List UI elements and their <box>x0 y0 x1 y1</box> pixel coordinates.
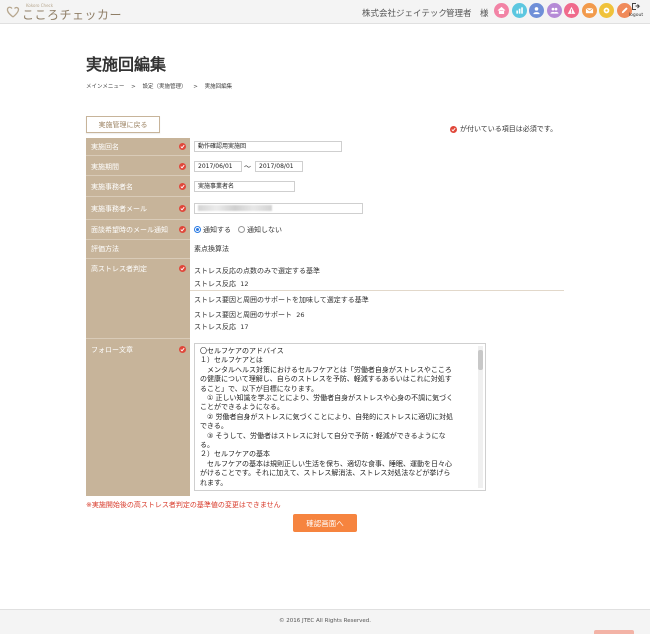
logout-icon <box>631 3 641 13</box>
manager-name-input[interactable]: 実施事業者名 <box>194 181 295 192</box>
logo-text: こころチェッカー <box>22 7 123 22</box>
judge-label: ストレス要因と周囲のサポート <box>194 311 292 319</box>
chart-icon[interactable] <box>511 3 527 18</box>
group-icon[interactable] <box>546 3 562 18</box>
warning-text: ※実施開始後の高ストレス者判定の基準値の変更はできません <box>86 501 281 509</box>
name-input[interactable]: 動作確認用実施回 <box>194 141 342 152</box>
text-line: ③ そうして、労働者はストレスに対して自分で予防・軽減ができるようにな <box>200 431 446 440</box>
label-text: 実施期間 <box>91 163 119 171</box>
nav-icons <box>494 3 634 18</box>
breadcrumb-current: 実施回編集 <box>204 84 233 90</box>
page-title: 実施回編集 <box>86 55 167 74</box>
logout-label: logout <box>628 13 644 18</box>
required-check-icon <box>179 143 186 150</box>
notify-off-label: 通知しない <box>247 226 282 234</box>
required-check-icon <box>179 346 186 353</box>
gear-icon[interactable] <box>599 3 614 18</box>
page-top-button[interactable] <box>594 630 634 634</box>
breadcrumb: メインメニュー > 設定（実施管理） > 実施回編集 <box>86 82 232 90</box>
heart-logo-icon <box>6 5 20 19</box>
manager-email-input[interactable] <box>194 203 363 214</box>
judge-value: 26 <box>296 311 305 319</box>
notify-off-radio[interactable]: 通知しない <box>238 225 282 235</box>
text-line: の健康について理解し、自らのストレスを予防、軽減するあるいはこれに対処す <box>200 375 452 384</box>
judge-label: ストレス反応 <box>194 280 236 288</box>
radio-selected-icon <box>194 226 201 233</box>
required-note-text: が付いている項目は必須です。 <box>460 125 558 133</box>
method-value: 素点換算法 <box>194 245 229 253</box>
text-line: がけることです。それに加えて、ストレス解消法、ストレス対処法などが挙げら <box>200 469 451 478</box>
confirm-button[interactable]: 確認画面へ <box>293 514 357 532</box>
label-text: 実施回名 <box>91 143 119 151</box>
company-name: 株式会社ジェイテック <box>362 9 447 19</box>
required-note: が付いている項目は必須です。 <box>450 124 557 134</box>
judge-value: 12 <box>240 280 249 288</box>
judge-label: ストレス反応 <box>194 323 236 331</box>
copyright: © 2016 JTEC All Rights Reserved. <box>278 618 372 624</box>
period-start-input[interactable]: 2017/06/01 <box>194 161 242 172</box>
logo[interactable]: Kokoro Check こころチェッカー <box>6 3 123 22</box>
user-name: 管理者 様 <box>446 9 489 19</box>
text-line: できる。 <box>200 422 228 431</box>
back-to-management-button[interactable]: 実施管理に戻る <box>86 116 160 133</box>
label-text: 実施事務者名 <box>91 183 133 191</box>
judge-block2-line1: ストレス要因と周囲のサポート 26 <box>194 310 305 320</box>
judge-value: 17 <box>240 323 249 331</box>
label-text: フォロー文章 <box>91 346 133 354</box>
follow-text-area[interactable]: 〇セルフケアのアドバイス １）セルフケアとは メンタルヘルス対策におけるセルフケ… <box>194 343 486 491</box>
required-check-icon <box>179 205 186 212</box>
label-text: 面談希望時のメール通知 <box>91 226 168 234</box>
required-check-icon <box>179 183 186 190</box>
label-text: 高ストレス者判定 <box>91 265 147 273</box>
footer: © 2016 JTEC All Rights Reserved. <box>0 609 650 634</box>
text-line: ること」で、以下が目標になります。 <box>200 384 319 393</box>
home-icon[interactable] <box>494 3 509 18</box>
label-text: 実施事務者メール <box>91 205 147 213</box>
text-line: ② 労働者自身がストレスに気づくことにより、自発的にストレスに適切に対処 <box>200 412 454 421</box>
text-line: セルフケアの基本は規則正しい生活を保ち、適切な食事、睡眠、運動を日々心 <box>200 459 452 468</box>
mail-icon[interactable] <box>581 3 597 18</box>
breadcrumb-separator: > <box>131 84 136 90</box>
judge-block1-title: ストレス反応の点数のみで選定する基準 <box>194 267 320 275</box>
text-line: ことができるようになる。 <box>200 403 284 412</box>
label-text: 評価方法 <box>91 245 119 253</box>
judge-block2-line2: ストレス反応 17 <box>194 322 249 332</box>
blurred-email <box>198 205 272 211</box>
logo-subtitle: Kokoro Check <box>26 3 54 8</box>
warning-icon[interactable] <box>564 3 579 18</box>
judge-block2-title: ストレス要因と周囲のサポートを加味して選定する基準 <box>194 296 369 304</box>
required-check-icon <box>179 265 186 272</box>
person-icon[interactable] <box>529 3 544 18</box>
breadcrumb-settings[interactable]: 設定（実施管理） <box>142 84 186 90</box>
judge-block1-line1: ストレス反応 12 <box>194 279 249 289</box>
radio-unselected-icon <box>238 226 245 233</box>
breadcrumb-main-menu[interactable]: メインメニュー <box>86 84 124 90</box>
period-tilde: 〜 <box>244 163 251 171</box>
period-end-input[interactable]: 2017/08/01 <box>255 161 303 172</box>
required-check-icon <box>450 125 457 133</box>
required-check-icon <box>179 226 186 233</box>
top-bar: Kokoro Check こころチェッカー 株式会社ジェイテック 管理者 様 l… <box>0 0 650 24</box>
text-line: れます。 <box>200 478 228 487</box>
required-check-icon <box>179 163 186 170</box>
text-line: １）セルフケアとは <box>200 356 263 365</box>
textarea-scrollbar[interactable] <box>478 346 483 488</box>
notify-on-radio[interactable]: 通知する <box>194 225 231 235</box>
text-line: ２）セルフケアの基本 <box>200 450 270 459</box>
breadcrumb-separator: > <box>193 84 198 90</box>
text-line: メンタルヘルス対策におけるセルフケアとは「労働者自身がストレスやこころ <box>200 365 452 374</box>
scrollbar-thumb[interactable] <box>478 350 483 370</box>
text-line: 〇セルフケアのアドバイス <box>200 347 284 355</box>
notify-on-label: 通知する <box>203 226 231 234</box>
logout-button[interactable]: logout <box>626 2 646 18</box>
